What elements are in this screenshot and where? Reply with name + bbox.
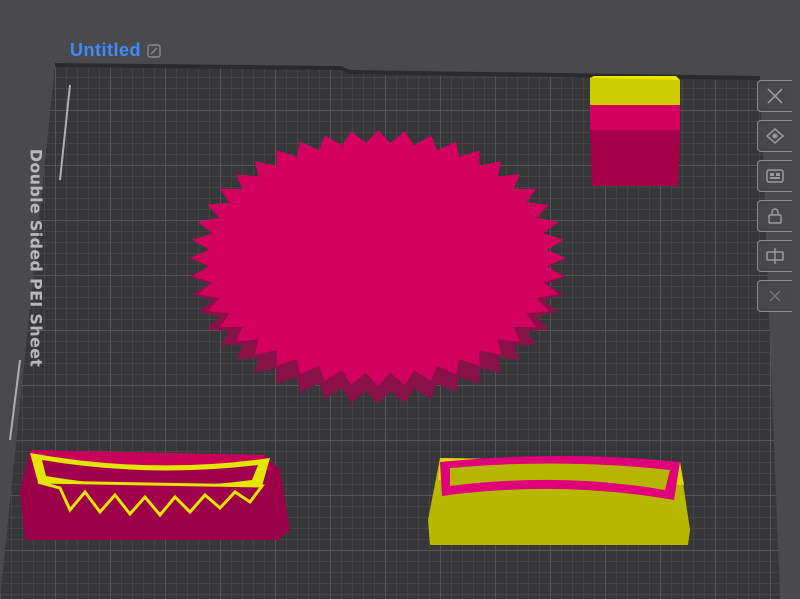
- orient-button[interactable]: [757, 120, 792, 152]
- collapse-icon: [769, 290, 781, 302]
- plate-view[interactable]: [0, 0, 800, 599]
- project-title[interactable]: Untitled: [70, 40, 141, 61]
- collapse-button[interactable]: [757, 280, 792, 312]
- arrange-button[interactable]: [757, 160, 792, 192]
- lock-button[interactable]: [757, 200, 792, 232]
- orient-icon: [765, 128, 785, 144]
- cube-model[interactable]: [590, 76, 680, 186]
- close-icon: [767, 88, 783, 104]
- plate-type-label: Double Sided PEI Sheet: [26, 148, 46, 368]
- channel-model-left[interactable]: [20, 450, 290, 540]
- split-button[interactable]: [757, 240, 792, 272]
- edit-icon[interactable]: [147, 43, 161, 58]
- lock-icon: [768, 208, 782, 224]
- close-plate-button[interactable]: [757, 80, 792, 112]
- split-icon: [766, 248, 784, 264]
- arrange-icon: [766, 169, 784, 183]
- plate-toolbar: [757, 80, 800, 312]
- project-title-bar[interactable]: Untitled: [70, 40, 161, 61]
- channel-model-right[interactable]: [428, 456, 690, 545]
